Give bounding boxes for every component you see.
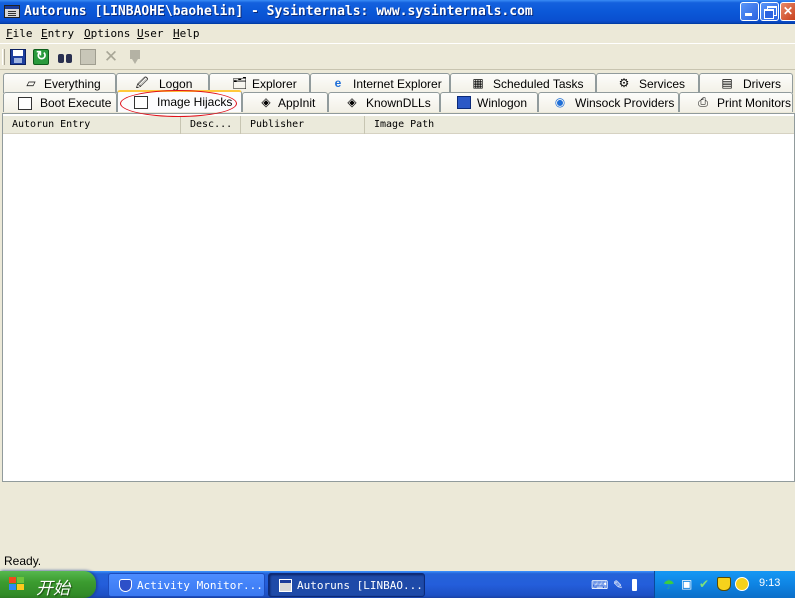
system-tray: ☂ ▣ ✔ 9:13 [654, 571, 795, 598]
autoruns-list[interactable] [3, 134, 794, 481]
tab-panel: Autorun Entry Desc... Publisher Image Pa… [2, 113, 795, 482]
column-autorun-entry[interactable]: Autorun Entry [3, 116, 181, 134]
tab-drivers[interactable]: ▤ Drivers [699, 73, 793, 93]
tab-knowndlls[interactable]: ◈ KnownDLLs [328, 92, 440, 112]
toolbar-grip[interactable] [2, 49, 5, 65]
toolbar: ✕ [0, 43, 795, 70]
start-button[interactable]: 开始 [0, 571, 96, 598]
printer-icon: ⎙ [698, 95, 708, 109]
column-publisher[interactable]: Publisher [241, 116, 365, 134]
network-icon[interactable]: ▣ [681, 577, 695, 591]
taskbar: 开始 Activity Monitor... Autoruns [LINBAO.… [0, 571, 795, 598]
jump-to-icon[interactable] [127, 49, 143, 65]
tab-scheduled-tasks[interactable]: ▦ Scheduled Tasks [450, 73, 596, 93]
autoruns-app-icon[interactable] [4, 5, 20, 18]
find-icon[interactable] [57, 49, 73, 65]
explorer-icon: 🗂 [232, 76, 248, 90]
update-icon[interactable] [735, 577, 749, 591]
tab-everything[interactable]: ▱ Everything [3, 73, 116, 93]
column-description[interactable]: Desc... [181, 116, 241, 134]
title-bar[interactable]: Autoruns [LINBAOHE\baohelin] - Sysintern… [0, 0, 795, 24]
tab-appinit[interactable]: ◈ AppInit [242, 92, 328, 112]
tab-internet-explorer[interactable]: e Internet Explorer [310, 73, 450, 93]
tab-image-hijacks[interactable]: Image Hijacks [117, 90, 242, 112]
everything-icon: ▱ [26, 76, 36, 90]
autoruns-app-icon [279, 579, 292, 592]
taskbar-button-activity-monitor[interactable]: Activity Monitor... [108, 573, 265, 597]
close-button[interactable] [780, 2, 795, 21]
internet-explorer-icon: e [334, 76, 342, 90]
security-center-icon[interactable]: ✔ [699, 577, 713, 591]
delete-icon[interactable]: ✕ [103, 48, 119, 65]
properties-icon[interactable] [80, 49, 96, 65]
battery-icon[interactable] [632, 579, 637, 591]
shield-icon [119, 579, 132, 592]
start-label: 开始 [36, 579, 70, 598]
window-title: Autoruns [LINBAOHE\baohelin] - Sysintern… [24, 4, 533, 19]
umbrella-icon[interactable]: ☂ [663, 577, 677, 592]
appinit-icon: ◈ [261, 95, 271, 109]
scheduled-tasks-icon: ▦ [472, 76, 484, 90]
list-header: Autorun Entry Desc... Publisher Image Pa… [3, 116, 794, 134]
tab-strip: ▱ Everything 🖉 Logon 🗂 Explorer e Intern… [0, 71, 795, 114]
services-icon: ⚙ [618, 76, 630, 90]
tab-print-monitors[interactable]: ⎙ Print Monitors [679, 92, 793, 112]
save-icon[interactable] [10, 49, 26, 65]
tab-winlogon[interactable]: Winlogon [440, 92, 538, 112]
pen-icon[interactable]: ✎ [613, 578, 627, 592]
tab-winsock-providers[interactable]: ◉ Winsock Providers [538, 92, 679, 112]
refresh-icon[interactable] [33, 48, 49, 65]
keyboard-icon[interactable]: ⌨ [591, 578, 608, 592]
knowndlls-icon: ◈ [347, 95, 357, 109]
shield-tray-icon[interactable] [717, 577, 731, 591]
menu-options[interactable]: Options [84, 27, 130, 40]
taskbar-button-autoruns[interactable]: Autoruns [LINBAO... [268, 573, 425, 597]
menu-help[interactable]: Help [173, 27, 200, 40]
menu-file[interactable]: File [6, 27, 33, 40]
menu-bar: File Entry Options User Help [0, 24, 795, 43]
status-bar: Ready. [0, 551, 795, 571]
windows-logo-icon [9, 577, 26, 592]
status-text: Ready. [4, 554, 42, 568]
minimize-button[interactable] [740, 2, 759, 21]
column-image-path[interactable]: Image Path [365, 116, 794, 134]
winlogon-icon [457, 96, 471, 109]
tab-services[interactable]: ⚙ Services [596, 73, 699, 93]
winsock-providers-icon: ◉ [554, 95, 566, 109]
menu-user[interactable]: User [137, 27, 164, 40]
boot-execute-icon [18, 97, 32, 110]
clock[interactable]: 9:13 [759, 577, 780, 589]
drivers-icon: ▤ [721, 76, 733, 90]
tab-boot-execute[interactable]: Boot Execute [3, 92, 117, 112]
menu-entry[interactable]: Entry [41, 27, 74, 40]
logon-icon: 🖉 [135, 76, 149, 90]
image-hijacks-icon [134, 96, 148, 109]
restore-button[interactable] [760, 2, 779, 21]
